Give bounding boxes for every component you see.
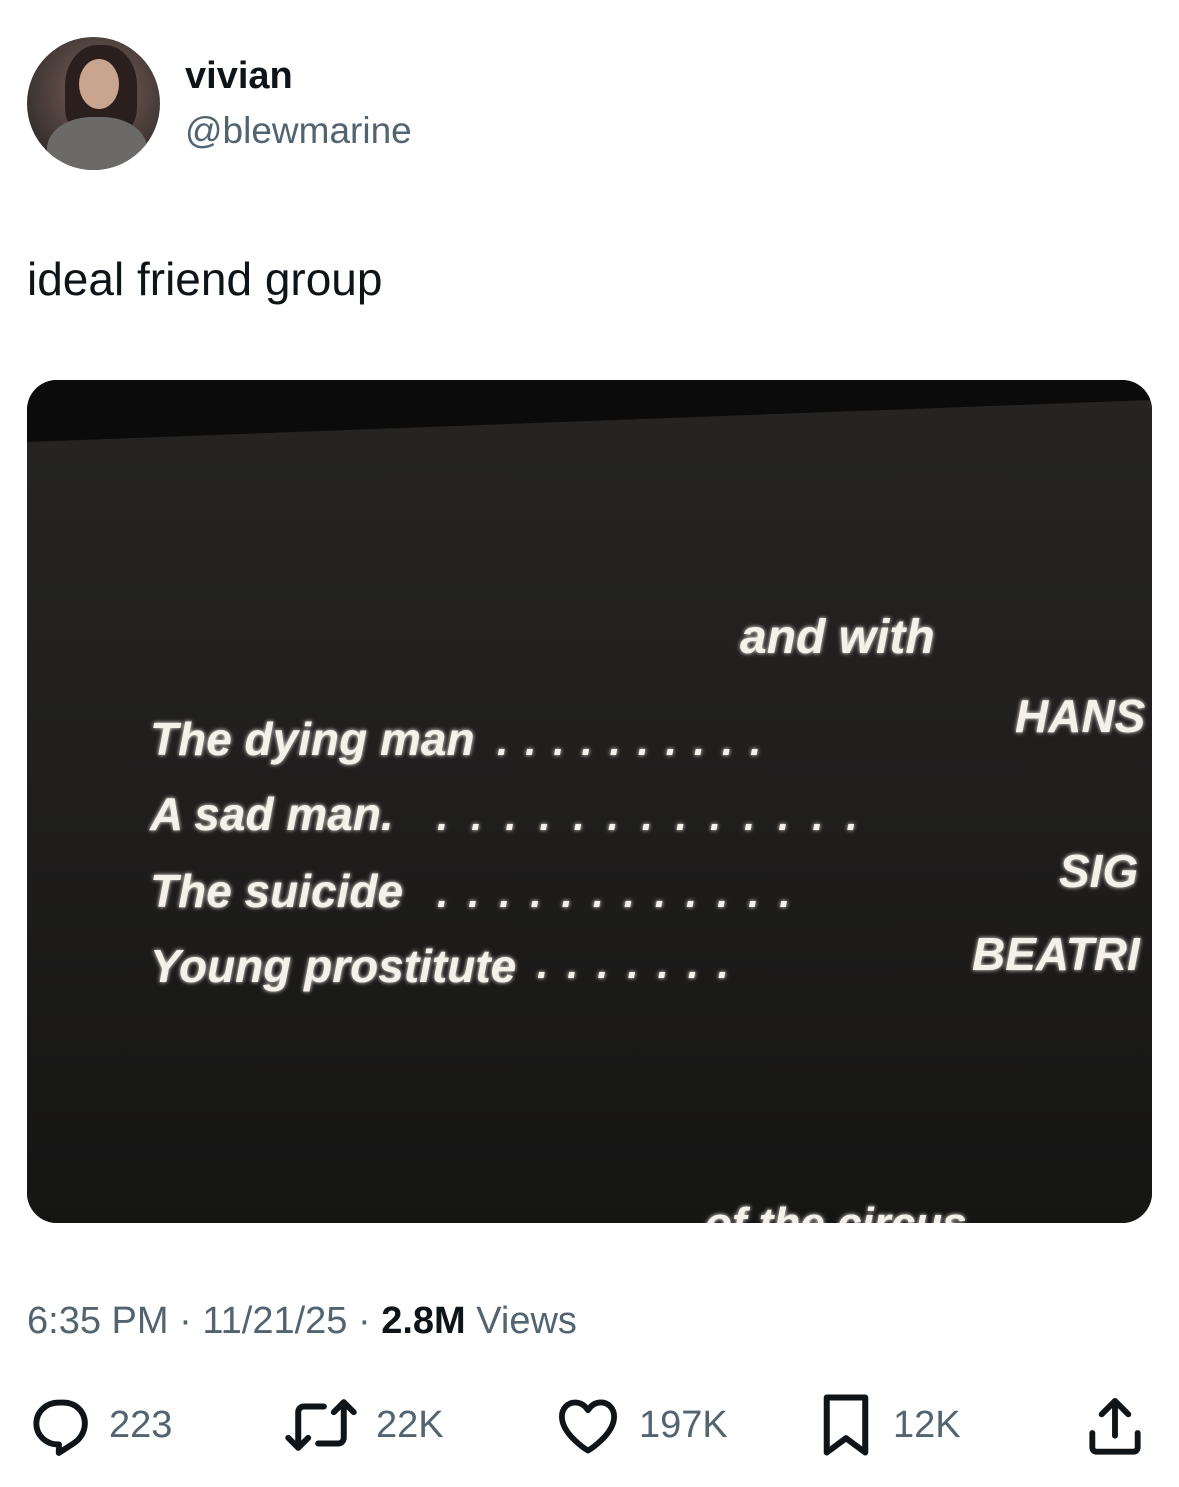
credit-name-1: HANS	[1015, 690, 1146, 742]
credit-role-1: The dying man	[150, 713, 475, 765]
avatar-body	[47, 117, 147, 170]
like-button[interactable]: 197K	[555, 1390, 728, 1460]
avatar-face	[79, 59, 119, 109]
credit-role-3: The suicide	[150, 865, 403, 917]
reply-button[interactable]: 223	[27, 1390, 172, 1460]
display-name[interactable]: vivian	[185, 52, 293, 100]
credit-role-2: A sad man.	[149, 788, 394, 840]
bookmark-count: 12K	[893, 1403, 961, 1446]
repost-count: 22K	[376, 1403, 444, 1446]
avatar[interactable]	[27, 37, 160, 170]
reply-icon	[33, 1399, 88, 1456]
views-count: 2.8M	[381, 1300, 466, 1342]
repost-icon	[285, 1399, 357, 1451]
credit-role-4: Young prostitute	[150, 940, 516, 992]
meta-separator: ·	[179, 1300, 192, 1342]
user-handle[interactable]: @blewmarine	[185, 108, 412, 154]
like-count: 197K	[639, 1403, 728, 1446]
repost-button[interactable]: 22K	[284, 1390, 444, 1460]
meta-separator: ·	[357, 1300, 371, 1342]
credit-name-4: BEATRI	[972, 928, 1141, 980]
credit-leader-4: .......	[537, 943, 748, 987]
bookmark-icon	[823, 1394, 869, 1456]
tweet-date[interactable]: 11/21/25	[202, 1300, 347, 1342]
share-button[interactable]	[1085, 1390, 1145, 1460]
tweet-media[interactable]: and with The dying man .......... HANS A…	[27, 380, 1152, 1223]
credit-bottom-text: of the circus	[705, 1199, 967, 1223]
action-bar: 223 22K 197K 12K	[27, 1390, 1152, 1460]
credit-leader-3: ............	[437, 872, 810, 916]
share-icon	[1089, 1398, 1141, 1455]
tweet-time[interactable]: 6:35 PM	[27, 1300, 169, 1342]
credit-heading: and with	[740, 611, 935, 664]
media-photo: and with The dying man .......... HANS A…	[27, 380, 1152, 1223]
tweet-meta: 6:35 PM · 11/21/25 · 2.8M Views	[27, 1297, 577, 1345]
credit-name-3: SIG	[1059, 845, 1138, 897]
heart-icon	[558, 1399, 618, 1454]
credit-leader-2: .............	[437, 795, 880, 839]
bookmark-button[interactable]: 12K	[817, 1390, 961, 1460]
reply-count: 223	[109, 1403, 173, 1446]
tweet-text: ideal friend group	[27, 253, 383, 305]
credit-leader-1: ..........	[497, 720, 778, 764]
views-label: Views	[476, 1300, 577, 1342]
